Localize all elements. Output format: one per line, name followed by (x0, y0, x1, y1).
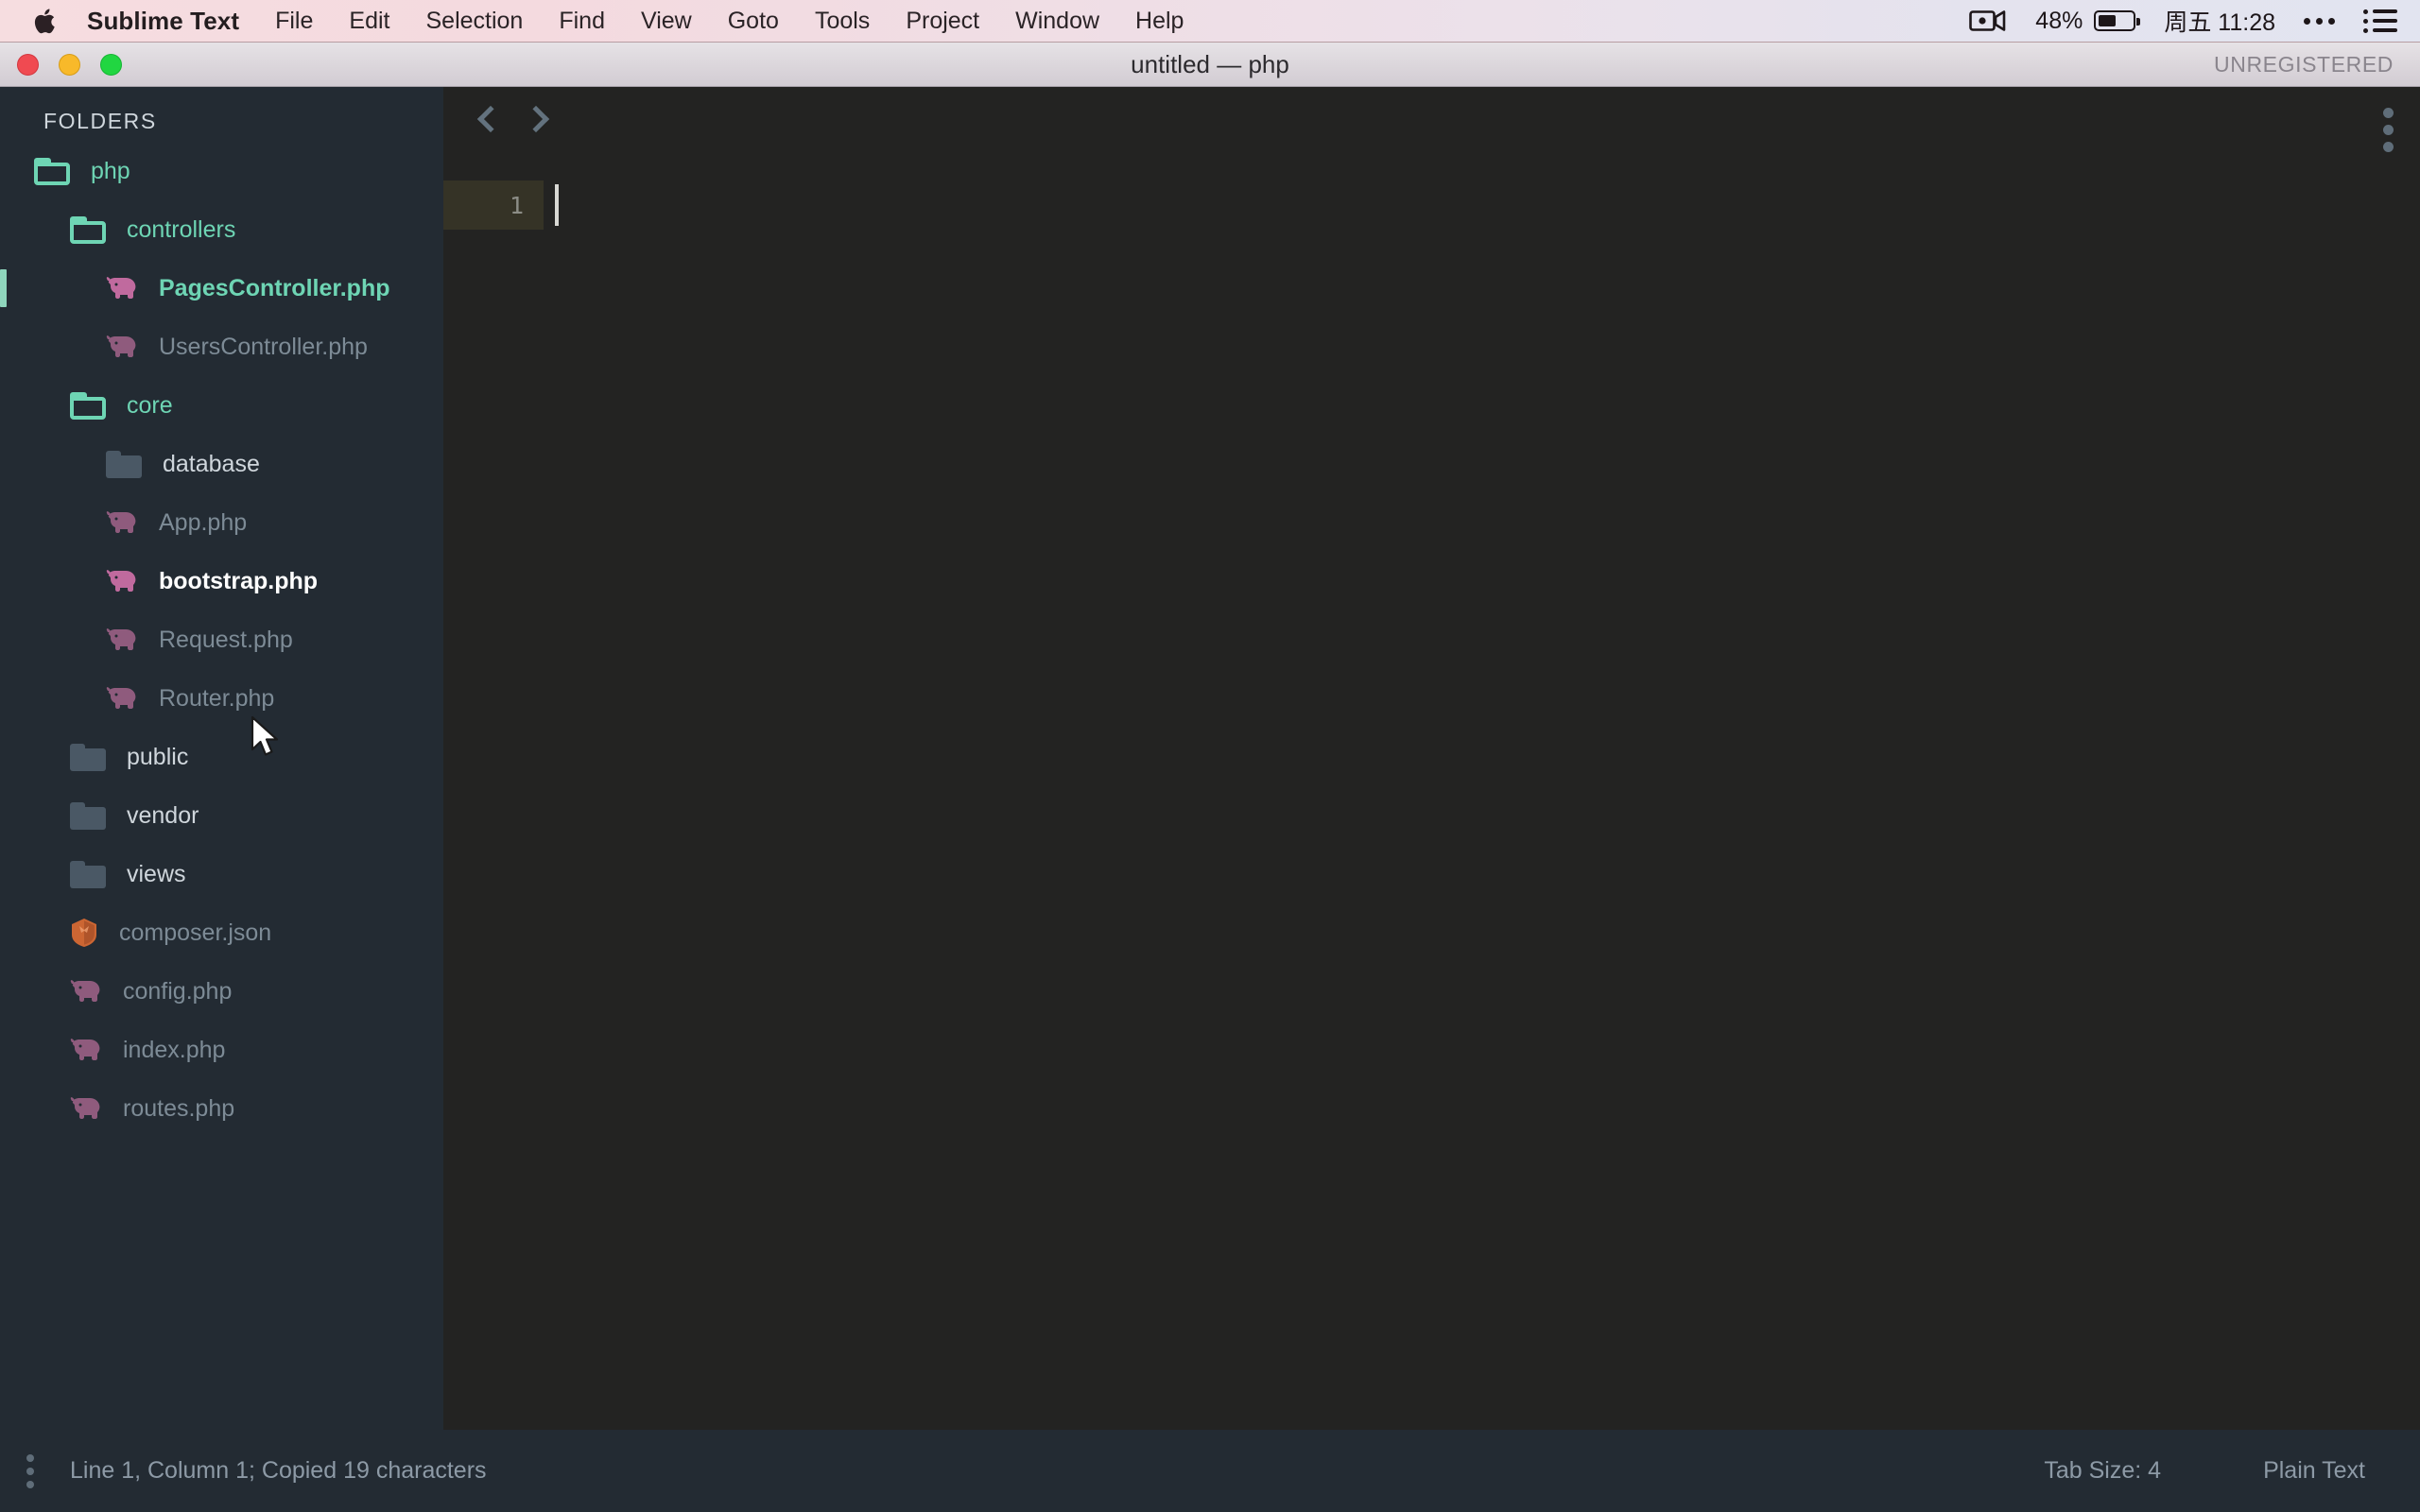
tree-item-label: bootstrap.php (159, 568, 318, 595)
menubar-status-items: 48% 周五 11:28 (1941, 4, 2420, 38)
editor-pane[interactable]: 1 (443, 87, 2420, 1430)
status-message: Line 1, Column 1; Copied 19 characters (70, 1457, 487, 1485)
text-caret (555, 184, 559, 226)
tree-item-bootstrap-php[interactable]: bootstrap.php (0, 552, 443, 610)
tree-item-label: views (127, 861, 186, 888)
tree-item-routes-php[interactable]: routes.php (0, 1079, 443, 1138)
tree-item-label: Router.php (159, 685, 274, 713)
php-file-icon (106, 686, 138, 711)
php-file-icon (106, 335, 138, 359)
menu-find[interactable]: Find (559, 8, 605, 35)
tree-item-app-php[interactable]: App.php (0, 493, 443, 552)
status-bar-right: Tab Size: 4 Plain Text (1942, 1457, 2420, 1485)
menubar-clock[interactable]: 周五 11:28 (2164, 4, 2275, 38)
battery-icon (2094, 10, 2135, 31)
control-center-icon[interactable] (2363, 9, 2397, 33)
menu-window[interactable]: Window (1015, 8, 1099, 35)
kebab-menu-icon[interactable] (26, 1454, 34, 1488)
php-file-icon (106, 276, 138, 301)
tree-item-label: core (127, 392, 173, 420)
folder-closed-icon (70, 861, 106, 888)
php-file-icon (70, 1038, 102, 1062)
tree-item-controllers[interactable]: controllers (0, 200, 443, 259)
battery-indicator[interactable]: 48% (2035, 8, 2135, 35)
folder-closed-icon (70, 802, 106, 830)
selection-indicator (0, 269, 7, 307)
tree-item-request-php[interactable]: Request.php (0, 610, 443, 669)
folder-open-icon (34, 158, 70, 185)
window-title: untitled — php (0, 50, 2420, 79)
folder-open-icon (70, 392, 106, 420)
sidebar-file-tree[interactable]: FOLDERS php controllers PagesController.ph… (0, 87, 443, 1430)
status-bar: Line 1, Column 1; Copied 19 characters T… (0, 1430, 2420, 1512)
php-file-icon (106, 627, 138, 652)
folder-open-icon (70, 216, 106, 244)
menubar-app-name[interactable]: Sublime Text (87, 7, 239, 36)
apple-logo-icon[interactable] (32, 7, 57, 35)
php-file-icon (70, 979, 102, 1004)
menu-file[interactable]: File (275, 8, 313, 35)
tree-item-label: config.php (123, 978, 232, 1005)
macos-menubar: Sublime Text File Edit Selection Find Vi… (0, 0, 2420, 43)
tree-item-label: vendor (127, 802, 199, 830)
tree-item-label: composer.json (119, 919, 271, 947)
tree-item-views[interactable]: views (0, 845, 443, 903)
menu-view[interactable]: View (641, 8, 692, 35)
editor-navigation (481, 110, 545, 129)
tree-item-vendor[interactable]: vendor (0, 786, 443, 845)
tree-item-index-php[interactable]: index.php (0, 1021, 443, 1079)
tree-item-php[interactable]: php (0, 142, 443, 200)
menu-help[interactable]: Help (1135, 8, 1184, 35)
tree-item-composer-json[interactable]: composer.json (0, 903, 443, 962)
chevron-right-icon[interactable] (523, 106, 549, 132)
kebab-menu-icon[interactable] (2383, 108, 2394, 152)
tree-item-config-php[interactable]: config.php (0, 962, 443, 1021)
window-titlebar: untitled — php UNREGISTERED (0, 43, 2420, 87)
tree-item-pagescontroller-php[interactable]: PagesController.php (0, 259, 443, 318)
composer-file-icon (70, 918, 98, 948)
tab-size-indicator[interactable]: Tab Size: 4 (2044, 1457, 2161, 1485)
mouse-cursor (251, 715, 283, 761)
sidebar-folders-header: FOLDERS (43, 109, 157, 134)
tree-item-core[interactable]: core (0, 376, 443, 435)
syntax-indicator[interactable]: Plain Text (2263, 1457, 2365, 1485)
video-camera-icon[interactable] (1969, 9, 2007, 33)
tree-item-router-php[interactable]: Router.php (0, 669, 443, 728)
line-number-gutter: 1 (443, 180, 544, 230)
folder-closed-icon (70, 744, 106, 771)
tree-item-label: index.php (123, 1037, 225, 1064)
tree-item-label: UsersController.php (159, 334, 368, 361)
chevron-left-icon[interactable] (477, 106, 504, 132)
menu-project[interactable]: Project (906, 8, 979, 35)
menu-edit[interactable]: Edit (349, 8, 389, 35)
tree-item-label: routes.php (123, 1095, 234, 1123)
ellipsis-icon[interactable] (2304, 18, 2335, 25)
folder-closed-icon (106, 451, 142, 478)
tree-item-label: public (127, 744, 188, 771)
editor-first-line: 1 (443, 180, 2420, 230)
tree-item-label: Request.php (159, 627, 293, 654)
app-workspace: FOLDERS php controllers PagesController.ph… (0, 87, 2420, 1512)
tree-item-label: App.php (159, 509, 247, 537)
line-number-label: 1 (510, 192, 524, 219)
php-file-icon (106, 569, 138, 593)
menu-tools[interactable]: Tools (815, 8, 870, 35)
tree-item-database[interactable]: database (0, 435, 443, 493)
tree-item-label: php (91, 158, 130, 185)
tree-item-label: PagesController.php (159, 275, 389, 302)
menu-goto[interactable]: Goto (728, 8, 779, 35)
menu-selection[interactable]: Selection (425, 8, 523, 35)
tree-item-label: database (163, 451, 260, 478)
battery-percent-label: 48% (2035, 8, 2083, 35)
folder-tree-list: php controllers PagesController.php UsersCo… (0, 142, 443, 1138)
php-file-icon (70, 1096, 102, 1121)
tree-item-public[interactable]: public (0, 728, 443, 786)
tree-item-label: controllers (127, 216, 235, 244)
tree-item-userscontroller-php[interactable]: UsersController.php (0, 318, 443, 376)
php-file-icon (106, 510, 138, 535)
